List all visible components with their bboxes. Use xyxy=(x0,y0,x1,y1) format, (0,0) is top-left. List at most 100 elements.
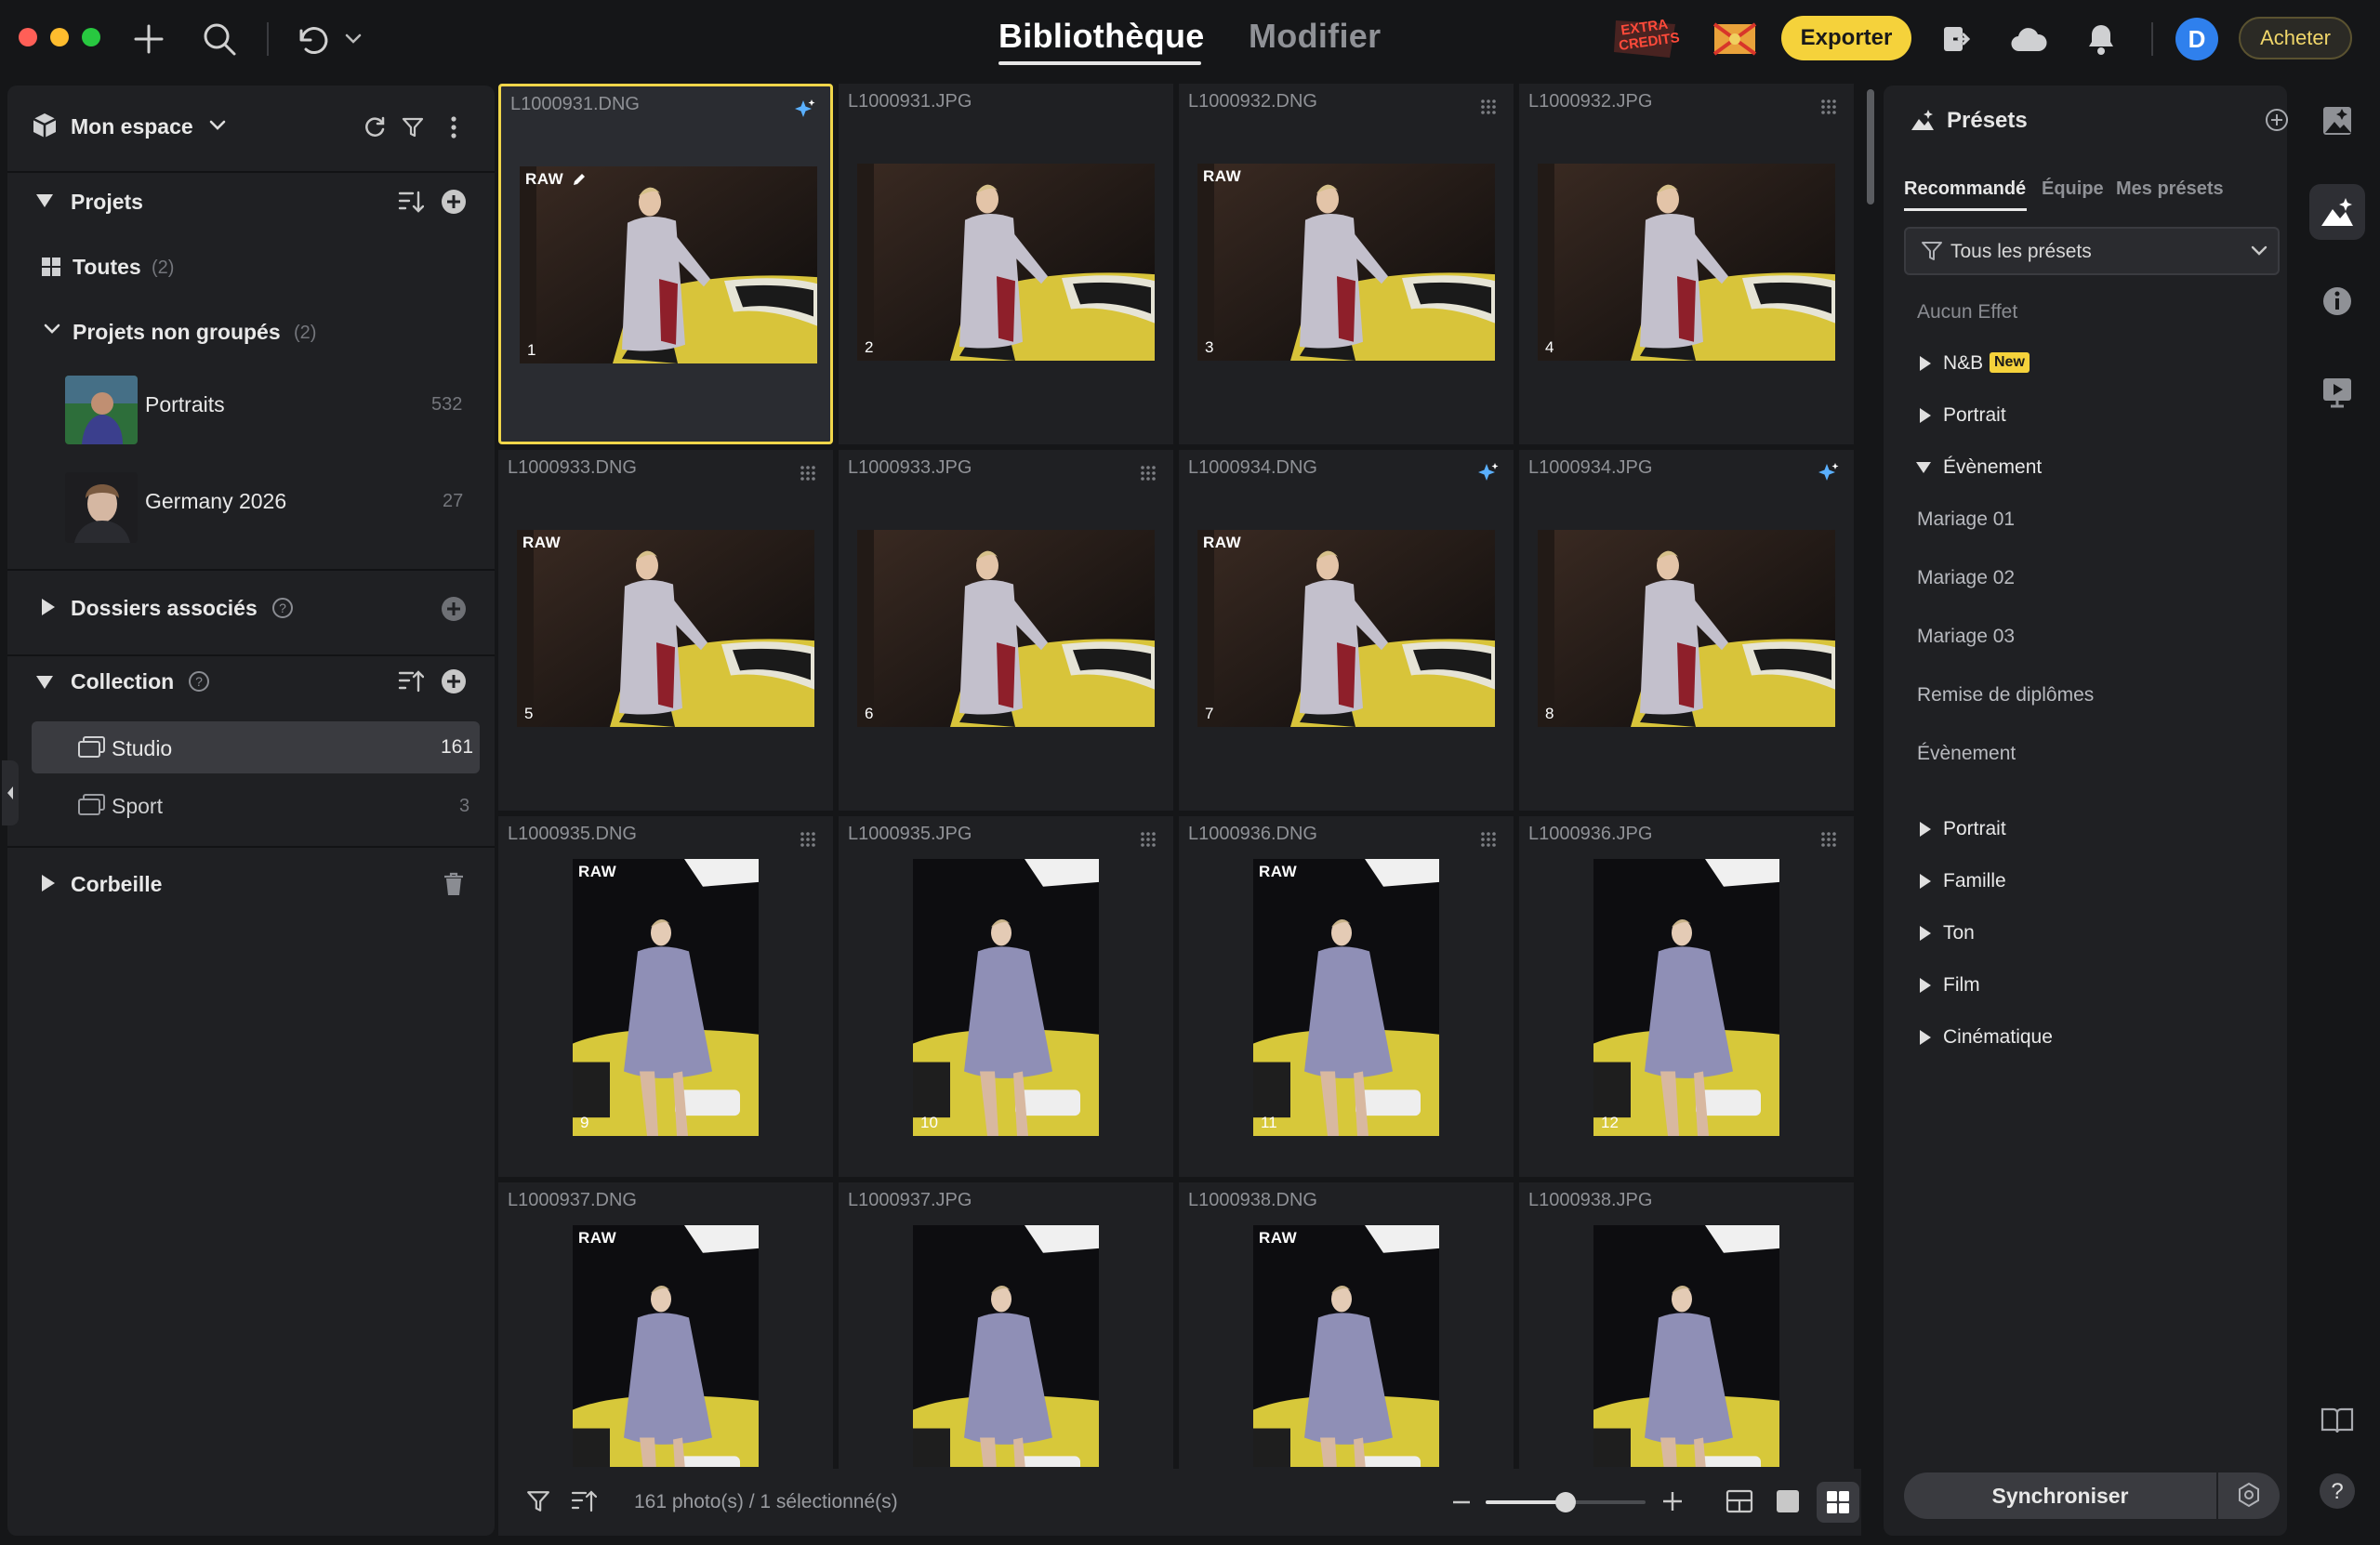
close-window-button[interactable] xyxy=(19,28,37,46)
preset-item[interactable]: Remise de diplômes xyxy=(1917,684,2094,706)
collapse-triangle-icon[interactable] xyxy=(1915,461,1932,474)
grid-options-icon[interactable] xyxy=(1476,827,1501,852)
tab-recommended[interactable]: Recommandé xyxy=(1904,178,2026,200)
ai-sparkle-icon[interactable] xyxy=(1817,461,1841,485)
expand-triangle-icon[interactable] xyxy=(1919,873,1932,890)
photo-cell[interactable]: L1000933.DNG RAW 5 xyxy=(498,450,833,811)
project-item-germany-2026[interactable]: Germany 2026 27 xyxy=(7,467,495,543)
sync-button[interactable]: Synchroniser xyxy=(1904,1472,2216,1519)
photo-cell[interactable]: L1000931.JPG 2 xyxy=(839,84,1173,444)
book-icon[interactable] xyxy=(2309,1393,2365,1448)
photo-cell[interactable]: L1000936.JPG 12 xyxy=(1519,816,1854,1177)
add-linked-folder-icon[interactable] xyxy=(441,596,467,622)
project-item-portraits[interactable]: Portraits 532 xyxy=(7,370,495,446)
ai-sparkle-icon[interactable] xyxy=(793,98,817,122)
preset-filter-dropdown[interactable]: Tous les présets xyxy=(1904,227,2280,275)
sort-icon[interactable] xyxy=(398,669,424,693)
minimize-window-button[interactable] xyxy=(50,28,69,46)
expand-triangle-icon[interactable] xyxy=(1919,977,1932,994)
linked-folders-heading[interactable]: Dossiers associés xyxy=(71,596,258,621)
preset-no-effect[interactable]: Aucun Effet xyxy=(1917,301,2017,324)
edit-image-icon[interactable] xyxy=(2309,93,2365,149)
photo-cell[interactable]: L1000938.DNG RAW xyxy=(1179,1182,1514,1469)
preset-item[interactable]: Mariage 01 xyxy=(1917,508,2015,531)
share-device-icon[interactable] xyxy=(1937,20,1975,58)
projects-heading[interactable]: Projets xyxy=(71,190,143,215)
sort-icon[interactable] xyxy=(398,190,424,214)
add-collection-icon[interactable] xyxy=(441,668,467,694)
photo-cell[interactable]: L1000938.JPG xyxy=(1519,1182,1854,1469)
photo-cell[interactable]: L1000937.DNG RAW xyxy=(498,1182,833,1469)
gift-icon[interactable] xyxy=(1712,20,1757,58)
zoom-in-icon[interactable] xyxy=(1660,1489,1685,1513)
photo-cell[interactable]: L1000934.JPG 8 xyxy=(1519,450,1854,811)
help-icon[interactable]: ? xyxy=(271,597,294,619)
preset-group[interactable]: Cinématique xyxy=(1943,1026,2053,1049)
preset-group-portrait[interactable]: Portrait xyxy=(1943,404,2006,427)
preset-group[interactable]: Ton xyxy=(1943,922,1975,944)
export-button[interactable]: Exporter xyxy=(1781,16,1911,60)
trash-expand-triangle-icon[interactable] xyxy=(41,874,56,892)
tab-my-presets[interactable]: Mes présets xyxy=(2116,178,2224,200)
filter-icon[interactable] xyxy=(402,116,424,139)
expand-triangle-icon[interactable] xyxy=(1919,925,1932,942)
extra-credits-badge[interactable]: EXTRA CREDITS xyxy=(1608,15,1683,61)
add-project-icon[interactable] xyxy=(441,189,467,215)
preset-item[interactable]: Mariage 03 xyxy=(1917,626,2015,648)
photo-cell[interactable]: L1000931.DNG RAW 1 xyxy=(498,84,833,444)
projects-collapse-triangle-icon[interactable] xyxy=(35,193,54,208)
search-icon[interactable] xyxy=(201,20,238,58)
zoom-slider[interactable] xyxy=(1486,1492,1646,1512)
preset-item[interactable]: Mariage 02 xyxy=(1917,567,2015,589)
add-icon[interactable] xyxy=(130,20,167,58)
undo-history-chevron-icon[interactable] xyxy=(342,20,364,58)
expand-triangle-icon[interactable] xyxy=(1919,1029,1932,1046)
slideshow-icon[interactable] xyxy=(2309,364,2365,420)
tab-library[interactable]: Bibliothèque xyxy=(998,17,1205,56)
sidebar-collapse-handle[interactable] xyxy=(2,760,19,825)
tab-edit[interactable]: Modifier xyxy=(1249,17,1381,56)
trash-heading[interactable]: Corbeille xyxy=(71,872,162,897)
filter-icon[interactable] xyxy=(526,1489,550,1513)
undo-icon[interactable] xyxy=(294,20,331,58)
grid-options-icon[interactable] xyxy=(796,461,820,485)
zoom-slider-handle[interactable] xyxy=(1555,1492,1576,1512)
single-view-icon[interactable] xyxy=(1776,1489,1800,1513)
collection-collapse-triangle-icon[interactable] xyxy=(35,675,54,690)
linked-folders-expand-triangle-icon[interactable] xyxy=(41,598,56,616)
ungrouped-projects-heading[interactable]: Projets non groupés xyxy=(73,320,281,345)
preset-group-bw[interactable]: N&B xyxy=(1943,352,1983,375)
collection-item-studio[interactable]: Studio 161 xyxy=(32,721,480,773)
refresh-icon[interactable] xyxy=(363,115,387,139)
photo-cell[interactable]: L1000935.JPG 10 xyxy=(839,816,1173,1177)
grid-scrollbar[interactable] xyxy=(1867,89,1874,205)
preset-group[interactable]: Famille xyxy=(1943,870,2006,892)
collection-item-sport[interactable]: Sport 3 xyxy=(32,779,480,831)
preset-group-event[interactable]: Évènement xyxy=(1943,456,2042,479)
grid-options-icon[interactable] xyxy=(1136,461,1160,485)
sync-settings-button[interactable] xyxy=(2218,1472,2280,1519)
more-options-icon[interactable] xyxy=(450,115,457,139)
expand-triangle-icon[interactable] xyxy=(1919,407,1932,424)
collection-heading[interactable]: Collection xyxy=(71,669,174,694)
grid-options-icon[interactable] xyxy=(796,827,820,852)
preset-group[interactable]: Portrait xyxy=(1943,818,2006,840)
trash-icon[interactable] xyxy=(443,872,465,896)
workspace-chevron-icon[interactable] xyxy=(208,119,227,132)
photo-cell[interactable]: L1000933.JPG 6 xyxy=(839,450,1173,811)
help-icon[interactable]: ? xyxy=(188,670,210,693)
help-icon[interactable]: ? xyxy=(2309,1463,2365,1519)
grid-options-icon[interactable] xyxy=(1136,827,1160,852)
info-icon[interactable] xyxy=(2309,273,2365,329)
photo-cell[interactable]: L1000936.DNG RAW 11 xyxy=(1179,816,1514,1177)
ai-sparkle-icon[interactable] xyxy=(1476,461,1501,485)
photo-cell[interactable]: L1000937.JPG xyxy=(839,1182,1173,1469)
zoom-out-icon[interactable] xyxy=(1450,1491,1473,1513)
buy-button[interactable]: Acheter xyxy=(2239,17,2352,59)
compare-view-icon[interactable] xyxy=(1726,1489,1753,1513)
workspace-name[interactable]: Mon espace xyxy=(71,114,193,139)
grid-options-icon[interactable] xyxy=(1817,95,1841,119)
cloud-icon[interactable] xyxy=(2010,20,2047,58)
photo-cell[interactable]: L1000935.DNG RAW 9 xyxy=(498,816,833,1177)
tab-team[interactable]: Équipe xyxy=(2042,178,2104,200)
